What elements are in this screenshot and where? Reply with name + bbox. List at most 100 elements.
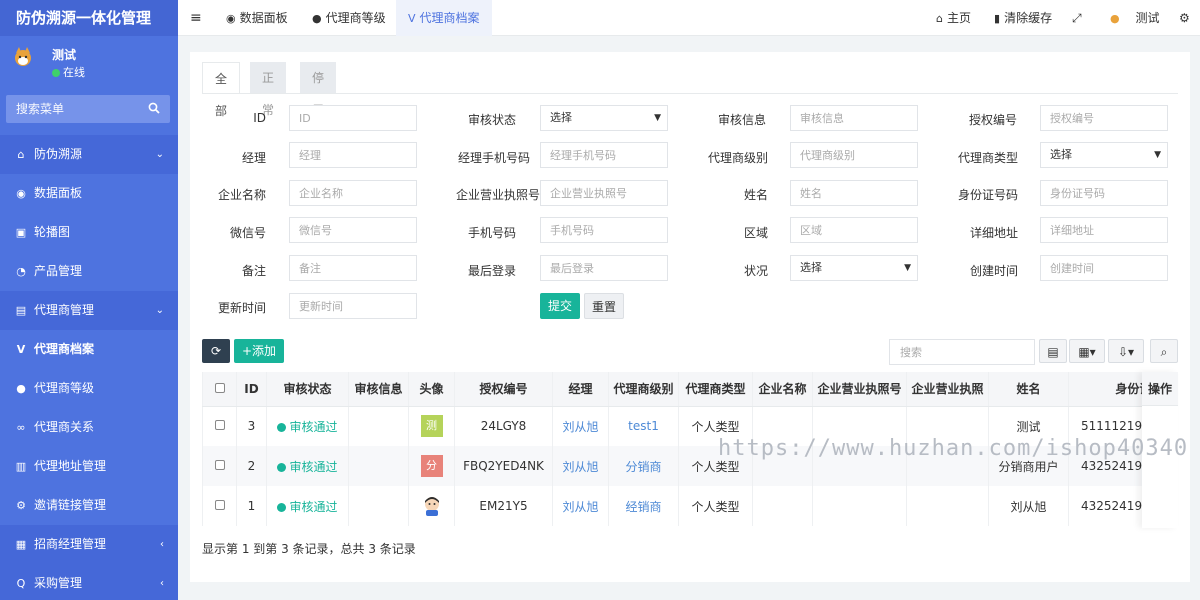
col-header[interactable]: 姓名 bbox=[988, 372, 1069, 407]
sidebar-item-label: 招商经理管理 bbox=[34, 537, 107, 551]
tab-label: 代理商档案 bbox=[419, 11, 480, 25]
advanced-search-button[interactable]: ⌕ bbox=[1150, 339, 1178, 363]
avatar-cartoon-icon[interactable] bbox=[421, 494, 443, 516]
cell-license bbox=[906, 486, 989, 526]
col-header[interactable]: 经理 bbox=[552, 372, 609, 407]
field-label-id: ID bbox=[253, 111, 266, 125]
caret-down-icon: ▼ bbox=[904, 263, 911, 273]
agent-level-input[interactable] bbox=[790, 142, 918, 168]
sidebar-item-dashboard[interactable]: ◉ 数据面板 bbox=[0, 174, 178, 213]
tab-dashboard[interactable]: ◉ 数据面板 bbox=[226, 0, 288, 36]
home-link[interactable]: ⌂ 主页 bbox=[936, 0, 971, 36]
select-all-checkbox[interactable] bbox=[214, 382, 225, 393]
sidebar-item-products[interactable]: ◔ 产品管理 bbox=[0, 252, 178, 291]
sidebar-item-managers[interactable]: ▦ 招商经理管理 ‹ bbox=[0, 525, 178, 564]
sidebar-item-agents[interactable]: ▤ 代理商管理 ⌄ bbox=[0, 291, 178, 330]
updated-time-input[interactable] bbox=[289, 293, 417, 319]
export-button[interactable]: ⇩▾ bbox=[1108, 339, 1144, 363]
col-header[interactable]: 授权编号 bbox=[454, 372, 553, 407]
col-header[interactable]: 审核信息 bbox=[348, 372, 409, 407]
sidebar-item-agent-relation[interactable]: ∞ 代理商关系 bbox=[0, 408, 178, 447]
avatar[interactable]: 测 bbox=[420, 415, 443, 438]
menu-search bbox=[6, 95, 170, 123]
toggle-view-button[interactable]: ▤ bbox=[1039, 339, 1067, 363]
sidebar-item-carousel[interactable]: ▣ 轮播图 bbox=[0, 213, 178, 252]
manager-link[interactable]: 刘从旭 bbox=[562, 460, 598, 474]
pagination-summary: 显示第 1 到第 3 条记录，总共 3 条记录 bbox=[202, 542, 416, 556]
manager-input[interactable] bbox=[289, 142, 417, 168]
phone-input[interactable] bbox=[540, 217, 668, 243]
manager-phone-input[interactable] bbox=[540, 142, 668, 168]
sidebar-item-agent-address[interactable]: ▥ 代理地址管理 bbox=[0, 447, 178, 486]
search-icon[interactable] bbox=[148, 102, 160, 114]
add-button[interactable]: +添加 bbox=[234, 339, 284, 363]
last-login-input[interactable] bbox=[540, 255, 668, 281]
region-input[interactable] bbox=[790, 217, 918, 243]
field-label-idcard: 身份证号码 bbox=[957, 188, 1018, 202]
row-checkbox[interactable] bbox=[214, 500, 225, 510]
company-input[interactable] bbox=[289, 180, 417, 206]
tab-normal[interactable]: 正常 bbox=[250, 62, 287, 117]
audit-info-input[interactable] bbox=[790, 105, 918, 131]
clear-cache-button[interactable]: ▮ 清除缓存 bbox=[994, 0, 1052, 36]
vimeo-icon: V bbox=[16, 343, 26, 356]
col-header[interactable]: 企业名称 bbox=[752, 372, 813, 407]
sidebar-item-agent-level[interactable]: ● 代理商等级 bbox=[0, 369, 178, 408]
chevron-left-icon: ‹ bbox=[160, 578, 164, 589]
tab-agent-archive[interactable]: V 代理商档案 bbox=[396, 0, 492, 36]
row-checkbox[interactable] bbox=[214, 460, 225, 470]
tab-disabled[interactable]: 停用 bbox=[300, 62, 337, 117]
agent-type-select[interactable]: 选择 ▼ bbox=[1040, 142, 1168, 168]
idcard-input[interactable] bbox=[1040, 180, 1168, 206]
condition-select[interactable]: 选择 ▼ bbox=[790, 255, 918, 281]
col-header[interactable]: 代理商类型 bbox=[678, 372, 753, 407]
sidebar-item-invite-links[interactable]: ⚙ 邀请链接管理 bbox=[0, 486, 178, 525]
fullscreen-icon[interactable]: ⤢ bbox=[1072, 0, 1082, 36]
auth-code-input[interactable] bbox=[1040, 105, 1168, 131]
table-search-input[interactable] bbox=[889, 339, 1035, 365]
level-link[interactable]: test1 bbox=[628, 419, 659, 433]
level-link[interactable]: 分销商 bbox=[625, 460, 661, 474]
cell-avatar: 测 bbox=[408, 406, 455, 446]
sidebar-item-trace[interactable]: ⌂ 防伪溯源 ⌄ bbox=[0, 135, 178, 174]
created-time-input[interactable] bbox=[1040, 255, 1168, 281]
table-row[interactable]: 1 审核通过 EM21Y5 刘从旭 经销商 个人类型 刘从旭 432524198… bbox=[202, 486, 1158, 526]
level-link[interactable]: 经销商 bbox=[625, 500, 661, 514]
wechat-input[interactable] bbox=[289, 217, 417, 243]
id-input[interactable] bbox=[289, 105, 417, 131]
submit-button[interactable]: 提交 bbox=[540, 293, 580, 319]
col-header[interactable]: 代理商级别 bbox=[608, 372, 679, 407]
tab-agent-level[interactable]: ● 代理商等级 bbox=[312, 0, 386, 36]
tab-all[interactable]: 全部 bbox=[202, 62, 241, 118]
reset-button[interactable]: 重置 bbox=[584, 293, 624, 319]
menu-toggle-icon[interactable]: ≡ bbox=[190, 0, 202, 36]
col-header[interactable]: ID bbox=[236, 372, 267, 407]
col-header[interactable]: 企业营业执照号 bbox=[812, 372, 907, 407]
columns-button[interactable]: ▦▾ bbox=[1069, 339, 1105, 363]
address-input[interactable] bbox=[1040, 217, 1168, 243]
cell-avatar: 分 bbox=[408, 446, 455, 486]
manager-link[interactable]: 刘从旭 bbox=[562, 500, 598, 514]
col-header[interactable]: 审核状态 bbox=[266, 372, 349, 407]
col-header[interactable]: 企业营业执照 bbox=[906, 372, 989, 407]
avatar[interactable]: 分 bbox=[420, 455, 443, 477]
sidebar-item-agent-archive[interactable]: V 代理商档案 bbox=[0, 330, 178, 369]
name-input[interactable] bbox=[790, 180, 918, 206]
settings-icon[interactable]: ⚙ bbox=[1179, 0, 1190, 36]
user-menu[interactable]: ● 测试 bbox=[1110, 0, 1159, 36]
license-no-input[interactable] bbox=[540, 180, 668, 206]
refresh-button[interactable]: ⟳ bbox=[202, 339, 230, 363]
sidebar-item-purchase[interactable]: Q 采购管理 ‹ bbox=[0, 564, 178, 600]
cell-id: 3 bbox=[236, 406, 267, 446]
audit-status-select[interactable]: 选择 ▼ bbox=[540, 105, 668, 131]
sidebar-item-label: 数据面板 bbox=[34, 186, 83, 200]
cell-manager: 刘从旭 bbox=[552, 486, 609, 526]
col-header[interactable]: 头像 bbox=[408, 372, 455, 407]
remark-input[interactable] bbox=[289, 255, 417, 281]
refresh-icon: ⟳ bbox=[210, 344, 222, 358]
row-checkbox[interactable] bbox=[214, 420, 225, 431]
menu-search-input[interactable] bbox=[6, 95, 170, 123]
caret-down-icon: ▼ bbox=[654, 113, 661, 123]
manager-link[interactable]: 刘从旭 bbox=[562, 420, 598, 434]
user-avatar-icon[interactable] bbox=[12, 46, 34, 68]
